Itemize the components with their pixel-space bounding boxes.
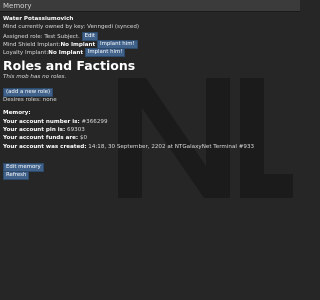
window-titlebar: Memory: [0, 0, 300, 12]
account-number: #366299: [81, 118, 108, 125]
loyalty-label: Loyalty Implant:: [3, 50, 49, 57]
account-pin-label: Your account pin is:: [3, 126, 66, 133]
memory-panel: Water Potassiumovich Mind currently owne…: [3, 15, 296, 181]
account-funds-label: Your account funds are:: [3, 135, 79, 142]
account-pin: 69303: [67, 126, 85, 133]
account-created: 14:18, 30 September, 2202 at NTGalaxyNet…: [88, 143, 255, 150]
assigned-role: Assigned role: Test Subject.: [3, 33, 80, 40]
desires-roles: Desires roles: none: [3, 97, 57, 104]
implant-loyalty-button[interactable]: Implant him!: [84, 48, 126, 58]
no-roles-text: This mob has no roles.: [3, 74, 67, 81]
mob-name: Water Potassiumovich: [3, 16, 74, 22]
mind-shield-label: Mind Shield Implant:: [3, 41, 61, 48]
loyalty-status: No Implant: [48, 50, 84, 57]
account-funds: $0: [79, 135, 88, 142]
window-title: Memory: [3, 1, 32, 10]
refresh-button[interactable]: Refresh: [3, 171, 30, 181]
account-created-label: Your account was created:: [3, 143, 87, 150]
account-number-label: Your account number is:: [3, 118, 80, 125]
mind-shield-status: No Implant: [60, 41, 96, 48]
memory-heading: Memory:: [3, 110, 31, 117]
roles-heading: Roles and Factions: [3, 58, 136, 74]
mind-owner: Mind currently owned by key: Venngedi (s…: [3, 24, 140, 31]
